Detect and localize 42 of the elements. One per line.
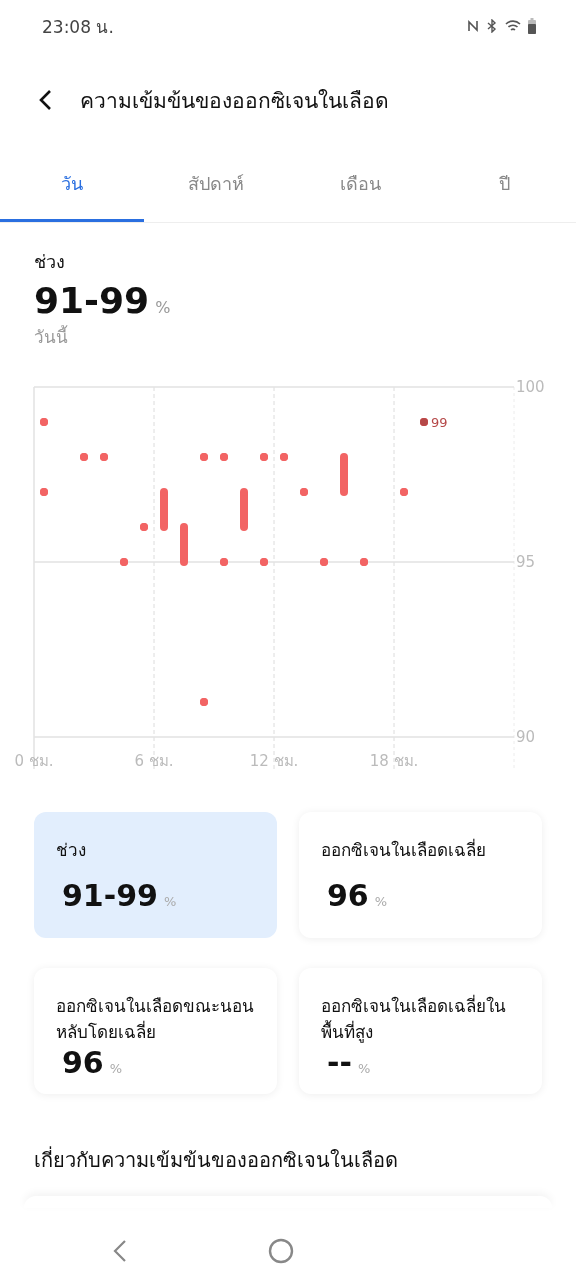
period-tab[interactable]: สัปดาห์ [144, 148, 288, 222]
latest-point [420, 418, 428, 426]
stat-card[interactable]: ออกซิเจนในเลือดเฉลี่ยในพื้นที่สูง -- % [299, 968, 542, 1094]
x-axis-label: 12 ชม. [249, 752, 299, 770]
stat-value: 96 [62, 1045, 104, 1080]
unit-label: % [109, 1061, 123, 1076]
stat-value: 91-99 [62, 877, 158, 913]
stat-label: ออกซิเจนในเลือดเฉลี่ย [321, 838, 487, 862]
stat-label: ออกซิเจนในเลือดขณะนอนหลับโดยเฉลี่ย [56, 995, 255, 1044]
x-axis-label: 18 ชม. [369, 752, 419, 770]
period-tab[interactable]: เดือน [288, 148, 432, 222]
unit-label: % [357, 1061, 371, 1076]
battery-icon [528, 18, 536, 34]
x-axis-label: 0 ชม. [14, 752, 54, 770]
nfc-icon [467, 19, 479, 33]
back-icon[interactable] [38, 89, 52, 111]
range-label: ช่วง [34, 250, 66, 274]
unit-label: % [163, 893, 177, 909]
stat-value: 96 [327, 877, 369, 913]
unit-label: % [155, 298, 171, 317]
period-tab[interactable]: วัน [0, 148, 144, 222]
home-icon[interactable] [268, 1238, 294, 1264]
stat-label: ออกซิเจนในเลือดเฉลี่ยในพื้นที่สูง [321, 994, 507, 1045]
period-tab[interactable]: ปี [432, 148, 576, 222]
stat-card[interactable]: ออกซิเจนในเลือดเฉลี่ย 96 % [299, 812, 542, 938]
point-value-label: 99 [431, 414, 448, 430]
y-axis-label: 100 [516, 378, 545, 396]
y-axis-label: 90 [516, 728, 536, 746]
x-axis-label: 6 ชม. [134, 752, 174, 770]
page-title: ความเข้มข้นของออกซิเจนในเลือด [80, 87, 389, 115]
stat-label: ช่วง [56, 839, 87, 862]
stat-value: -- [327, 1045, 352, 1080]
bluetooth-icon [486, 19, 498, 33]
period-label: วันนี้ [34, 324, 69, 349]
unit-label: % [374, 893, 388, 909]
y-axis-label: 95 [516, 553, 536, 571]
range-value: 91-99 [34, 280, 150, 321]
stat-card[interactable]: ช่วง 91-99 % [34, 812, 277, 938]
wifi-icon [505, 19, 521, 33]
section-heading: เกี่ยวกับความเข้มข้นของออกซิเจนในเลือด [33, 1145, 399, 1174]
status-time: 23:08 น. [42, 15, 114, 39]
stat-card[interactable]: ออกซิเจนในเลือดขณะนอนหลับโดยเฉลี่ย 96 % [34, 968, 277, 1094]
